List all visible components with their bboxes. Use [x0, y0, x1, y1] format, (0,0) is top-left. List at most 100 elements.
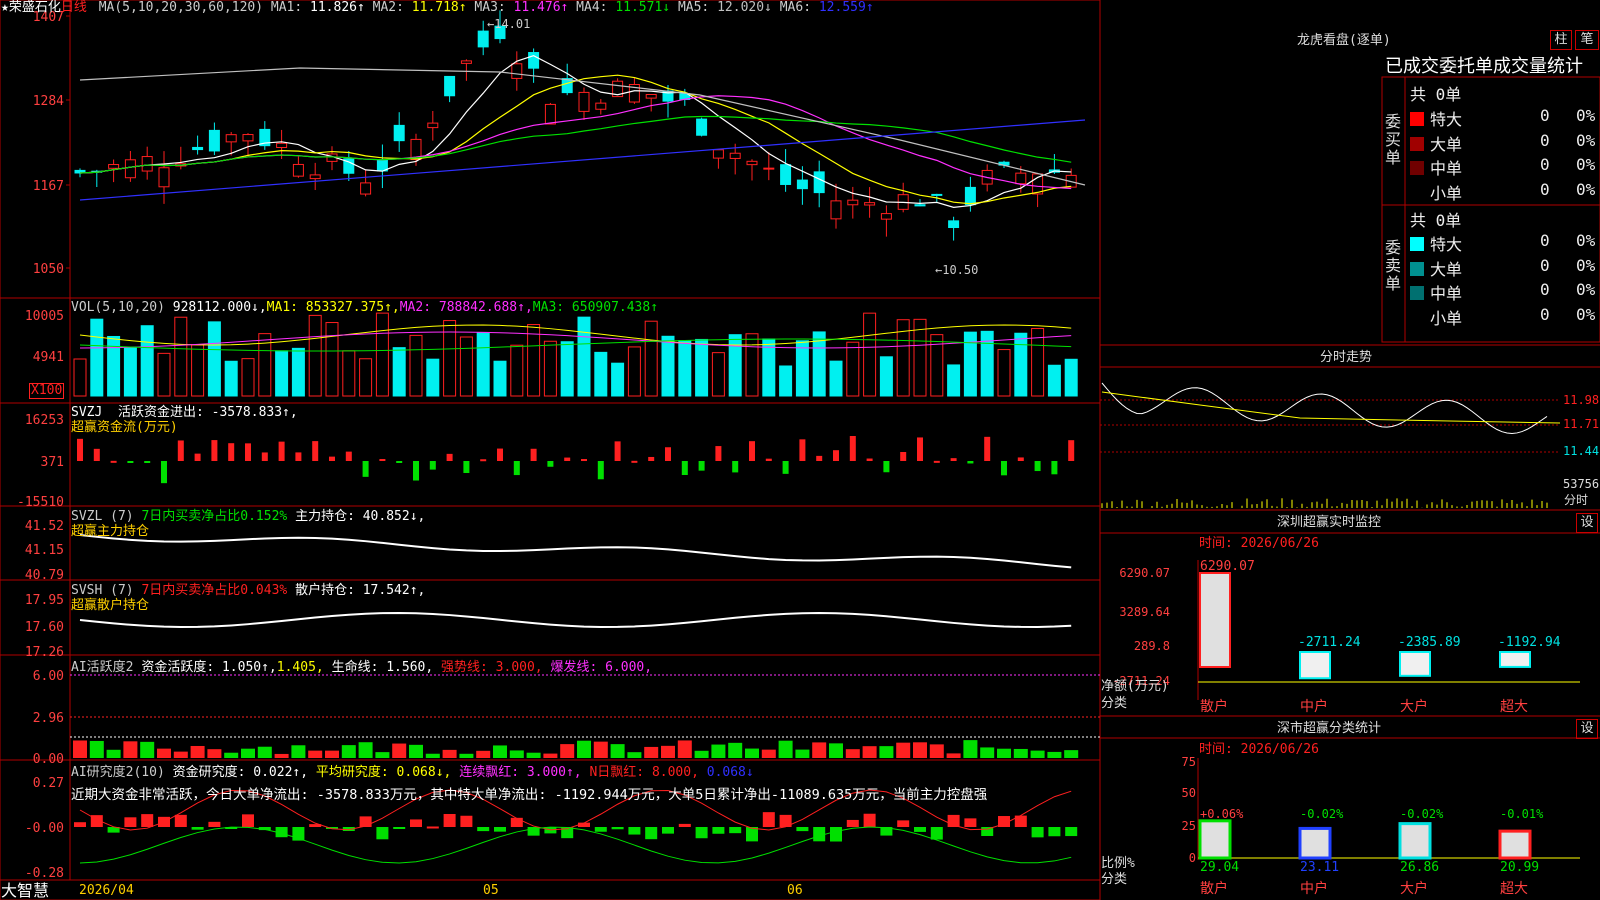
candle-up	[108, 164, 120, 169]
research-bar	[443, 813, 456, 827]
ma-label: MA1:	[270, 0, 303, 15]
ai1-strong: 强势线: 3.000,	[441, 660, 543, 675]
high-note: ←14.01	[487, 17, 531, 31]
order-row: 中单	[1410, 155, 1462, 179]
volume-bar	[913, 318, 927, 397]
order-row: 特大	[1410, 231, 1462, 255]
volume-bar	[879, 356, 893, 397]
research-bar	[74, 822, 86, 827]
brand-label[interactable]: 大智慧	[1, 882, 49, 900]
research-bar	[662, 827, 674, 834]
flow-bar	[144, 461, 151, 463]
period-label[interactable]: 日线	[61, 0, 87, 15]
monitor-category: 大户	[1400, 698, 1428, 715]
monitor-bar-label: -2711.24	[1298, 635, 1361, 650]
monitor-settings-button[interactable]: 设	[1576, 513, 1598, 533]
ai1-y-tick: 0.00	[33, 752, 64, 767]
flow-bar	[295, 452, 302, 461]
color-swatch-icon	[1410, 311, 1424, 326]
ma-number: 11.571↓	[607, 0, 671, 15]
candle-up	[309, 174, 321, 180]
stock-name[interactable]: 荣盛石化	[9, 0, 61, 15]
ma-value-6: MA6: 12.559↑	[772, 0, 874, 15]
activity-bar	[106, 749, 121, 758]
order-percent: 0%	[1576, 106, 1596, 125]
fenshi-tick-vol: 53756	[1563, 477, 1600, 491]
activity-bar	[644, 746, 659, 758]
y-tick-label: 1050	[33, 262, 64, 277]
volume-bar	[107, 335, 121, 397]
classify-value-label: 29.04	[1200, 860, 1239, 875]
classify-change-label: -0.02%	[1400, 807, 1444, 821]
candle-down	[477, 30, 489, 48]
flow-bar	[900, 451, 907, 461]
svsh-header: SVSH (7) 7日内买卖净占比0.043% 散户持仓: 17.542↑,	[71, 584, 425, 598]
monitor-category: 超大	[1500, 699, 1528, 715]
order-type: 小单	[1430, 309, 1463, 329]
research-avg-line	[79, 826, 1072, 864]
volume-bar	[527, 324, 541, 397]
flow-bar	[1068, 440, 1075, 461]
lhb-tab-bar[interactable]: 已成交委托单成交量统计	[1385, 57, 1583, 77]
volume-bar	[459, 336, 473, 397]
order-row: 小单	[1410, 305, 1462, 329]
classify-y-tick: 0	[1189, 851, 1196, 865]
classify-bar	[1298, 826, 1332, 860]
classify-settings-button[interactable]: 设	[1576, 719, 1598, 739]
candle-up	[158, 167, 170, 188]
activity-bar	[241, 748, 255, 758]
monitor-category: 中户	[1300, 698, 1328, 715]
ai2-avg: 平均研究度: 0.068↓,	[315, 765, 452, 780]
ma-value-2: MA2: 11.718↑	[365, 0, 467, 15]
flow-bar	[530, 448, 537, 461]
flow-bar	[849, 436, 856, 461]
volume-bar	[678, 340, 692, 397]
activity-bar	[946, 753, 961, 758]
ai2-header: AI研究度2(10) 资金研究度: 0.022↑, 平均研究度: 0.068↓,…	[71, 766, 754, 780]
activity-bar	[526, 752, 541, 758]
candle-down	[813, 171, 825, 194]
classify-change-label: -0.01%	[1500, 807, 1544, 821]
research-bar	[813, 827, 826, 842]
candle-down	[914, 204, 926, 207]
svzl-ratio: 7日内买卖净占比0.152%	[141, 509, 288, 524]
order-type: 小单	[1430, 184, 1463, 204]
ai1-lifeline: 生命线: 1.560,	[331, 660, 434, 675]
activity-bar	[627, 752, 642, 758]
activity-bar	[476, 750, 491, 758]
order-row: 中单	[1410, 280, 1462, 304]
ai2-cont-red: 连续飘红: 3.000↑,	[459, 765, 582, 780]
date-label-jun: 06	[787, 883, 803, 898]
svzj-text: 活跃资金进出: -3578.833↑,	[117, 405, 298, 420]
activity-bar	[358, 742, 373, 758]
svsh-ratio: 7日内买卖净占比0.043%	[141, 583, 288, 598]
volume-bar	[476, 331, 490, 397]
activity-bar	[1030, 750, 1045, 758]
activity-bar	[325, 750, 339, 758]
flow-bar	[765, 458, 772, 461]
volume-bar	[863, 312, 877, 397]
volume-bar	[409, 334, 423, 397]
candle-up	[544, 103, 556, 125]
candle-down	[528, 52, 540, 69]
volume-bar	[342, 350, 356, 397]
bar-mode-button[interactable]: 柱	[1550, 30, 1572, 50]
activity-bar	[459, 753, 474, 758]
volume-bar	[325, 322, 339, 397]
svsh-y-tick: 17.95	[25, 593, 64, 608]
research-bar	[695, 827, 708, 839]
candle-up	[880, 213, 892, 220]
color-swatch-icon	[1410, 286, 1424, 301]
candle-down	[208, 129, 220, 152]
research-bar	[426, 826, 439, 829]
research-bar	[494, 827, 506, 832]
svzj-header: SVZJ 活跃资金进出: -3578.833↑,	[71, 406, 298, 420]
ma-value-5: MA5: 12.020↓	[670, 0, 772, 15]
activity-bar	[845, 749, 860, 758]
volume-bar	[140, 325, 154, 397]
tick-mode-button[interactable]: 笔	[1575, 30, 1599, 50]
flow-bar	[463, 461, 470, 473]
volume-bar	[711, 352, 725, 397]
ma-number: 11.476↑	[505, 0, 569, 15]
research-bar	[712, 827, 725, 834]
